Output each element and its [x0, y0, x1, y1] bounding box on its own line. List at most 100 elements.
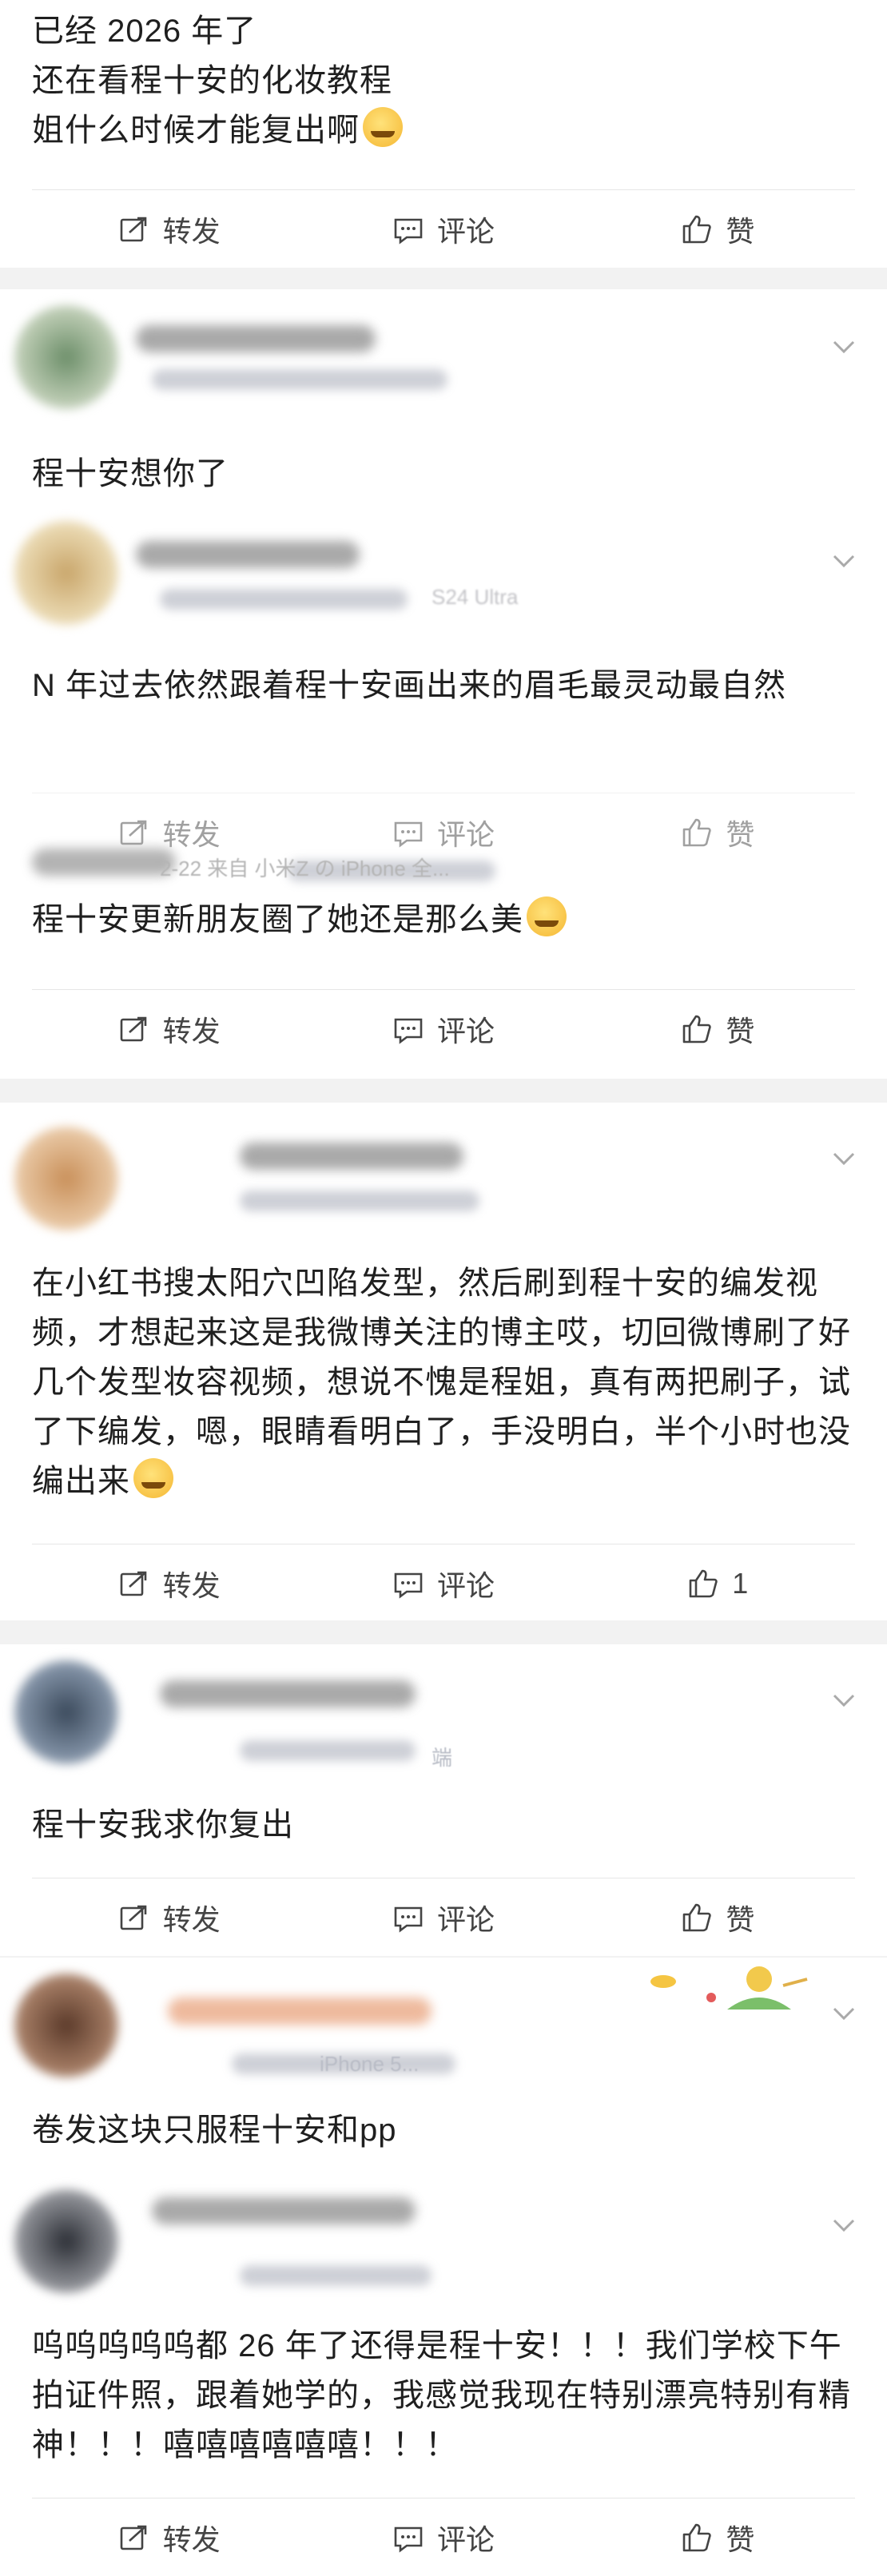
like-button[interactable]: 赞 — [581, 812, 855, 853]
comment-button[interactable]: 评论 — [306, 209, 580, 250]
like-icon — [683, 818, 711, 847]
chevron-down-icon[interactable] — [828, 1684, 860, 1716]
like-button[interactable]: 赞 — [581, 209, 855, 250]
post-text: 程十安我求你复出 — [32, 1807, 294, 1843]
post-text: N 年过去依然跟着程十安画出来的眉毛最灵动最自然 — [32, 668, 786, 703]
repost-button[interactable]: 转发 — [32, 1563, 306, 1604]
post-text-line: 还在看程十安的化妆教程 — [32, 63, 392, 98]
like-icon — [683, 1903, 711, 1932]
post-meta — [240, 1191, 479, 1211]
device-label: S24 Ultra — [432, 585, 519, 609]
comment-label: 评论 — [436, 1903, 495, 1936]
repost-icon — [120, 1905, 146, 1930]
action-bar: 转发 评论 赞 — [32, 2498, 855, 2576]
post-text: 程十安更新朋友圈了她还是那么美 — [32, 895, 855, 944]
like-icon — [683, 1015, 711, 1044]
repost-button[interactable]: 转发 — [32, 1008, 306, 1050]
post-card: 端 程十安我求你复出 转发 评论 赞 — [0, 1644, 887, 1956]
like-icon — [683, 215, 711, 244]
chevron-down-icon[interactable] — [828, 331, 860, 363]
repost-button[interactable]: 转发 — [32, 1897, 306, 1938]
like-label: 赞 — [726, 215, 755, 248]
username[interactable] — [32, 849, 176, 876]
chevron-down-icon[interactable] — [828, 545, 860, 577]
action-bar: 转发 评论 赞 — [32, 189, 855, 268]
avatar[interactable] — [14, 2189, 118, 2293]
username[interactable] — [240, 1143, 463, 1170]
comment-button[interactable]: 评论 — [306, 1008, 580, 1050]
comment-label: 评论 — [436, 1569, 495, 1602]
repost-label: 转发 — [162, 215, 221, 248]
username[interactable] — [152, 2197, 416, 2224]
repost-label: 转发 — [162, 1015, 221, 1047]
comment-icon — [394, 2526, 423, 2553]
post-card: 已经 2026 年了 还在看程十安的化妆教程 姐什么时候才能复出啊 转发 评论 … — [0, 0, 887, 268]
post-card: 程十安想你了 S24 Ultra N 年过去依然跟着程十安画出来的眉毛最灵动最自… — [0, 289, 887, 1079]
repost-icon — [120, 820, 146, 845]
like-button[interactable]: 赞 — [581, 1897, 855, 1938]
repost-label: 转发 — [162, 2523, 221, 2556]
avatar[interactable] — [14, 1660, 118, 1764]
device-label: 端 — [432, 1746, 453, 1770]
crying-emoji — [363, 107, 403, 147]
action-bar: 转发 评论 赞 — [32, 1878, 855, 1956]
chevron-down-icon[interactable] — [828, 1998, 860, 2029]
action-bar: 转发 评论 赞 — [32, 989, 855, 1068]
post-meta — [240, 2265, 432, 2286]
post-card: 在小红书搜太阳穴凹陷发型，然后刷到程十安的编发视频，才想起来这是我微博关注的博主… — [0, 1103, 887, 1620]
avatar[interactable] — [14, 1974, 118, 2077]
repost-button[interactable]: 转发 — [32, 2517, 306, 2558]
comment-label: 评论 — [436, 2523, 495, 2556]
post-text: 程十安想你了 — [32, 456, 229, 491]
like-button[interactable]: 1 — [581, 1567, 855, 1600]
device-label: iPhone 5... — [320, 2052, 420, 2076]
username[interactable] — [160, 1680, 416, 1707]
username[interactable] — [136, 541, 360, 568]
comment-icon — [394, 1018, 423, 1044]
repost-icon — [120, 217, 146, 242]
post-text: 呜呜呜呜呜都 26 年了还得是程十安！！！我们学校下午拍证件照，跟着她学的，我感… — [32, 2328, 851, 2463]
post-text-line: 姐什么时候才能复出啊 — [32, 105, 855, 155]
action-bar: 转发 评论 1 — [32, 1544, 855, 1620]
comment-label: 评论 — [436, 818, 495, 851]
repost-label: 转发 — [162, 1903, 221, 1936]
post-text: 卷发这块只服程十安和pp — [32, 2113, 397, 2148]
post-text: 在小红书搜太阳穴凹陷发型，然后刷到程十安的编发视频，才想起来这是我微博关注的博主… — [32, 1258, 855, 1506]
prince-sticker-icon — [650, 1966, 808, 2010]
comment-button[interactable]: 评论 — [306, 1897, 580, 1938]
like-label: 赞 — [726, 2523, 755, 2556]
repost-button[interactable]: 转发 — [32, 812, 306, 853]
comment-label: 评论 — [436, 1015, 495, 1047]
username[interactable] — [136, 325, 376, 352]
repost-label: 转发 — [162, 818, 221, 851]
comment-icon — [394, 218, 423, 244]
like-count: 1 — [732, 1567, 749, 1600]
chevron-down-icon[interactable] — [828, 2209, 860, 2241]
post-meta — [152, 369, 447, 390]
repost-icon — [120, 1016, 146, 1042]
post-text-line: 已经 2026 年了 — [32, 14, 257, 49]
comment-icon — [394, 1572, 423, 1599]
post-meta — [240, 1740, 416, 1761]
repost-button[interactable]: 转发 — [32, 209, 306, 250]
like-button[interactable]: 赞 — [581, 2517, 855, 2558]
avatar[interactable] — [14, 1127, 118, 1230]
like-icon — [683, 2523, 711, 2552]
post-card: iPhone 5... 卷发这块只服程十安和pp 呜呜呜呜呜都 26 年了还得是… — [0, 1958, 887, 2576]
like-label: 赞 — [726, 1903, 755, 1936]
repost-label: 转发 — [162, 1569, 221, 1602]
comment-label: 评论 — [436, 215, 495, 248]
post-text-content: 程十安更新朋友圈了她还是那么美 — [32, 902, 523, 937]
comment-button[interactable]: 评论 — [306, 2517, 580, 2558]
avatar[interactable] — [14, 305, 118, 409]
chevron-down-icon[interactable] — [828, 1143, 860, 1175]
repost-icon — [120, 1571, 146, 1596]
post-text-line-content: 姐什么时候才能复出啊 — [32, 113, 360, 148]
comment-button[interactable]: 评论 — [306, 812, 580, 853]
like-label: 赞 — [726, 1015, 755, 1047]
crying-emoji — [527, 896, 567, 936]
username[interactable] — [168, 1998, 432, 2025]
avatar[interactable] — [14, 521, 118, 625]
like-button[interactable]: 赞 — [581, 1008, 855, 1050]
comment-button[interactable]: 评论 — [306, 1563, 580, 1604]
